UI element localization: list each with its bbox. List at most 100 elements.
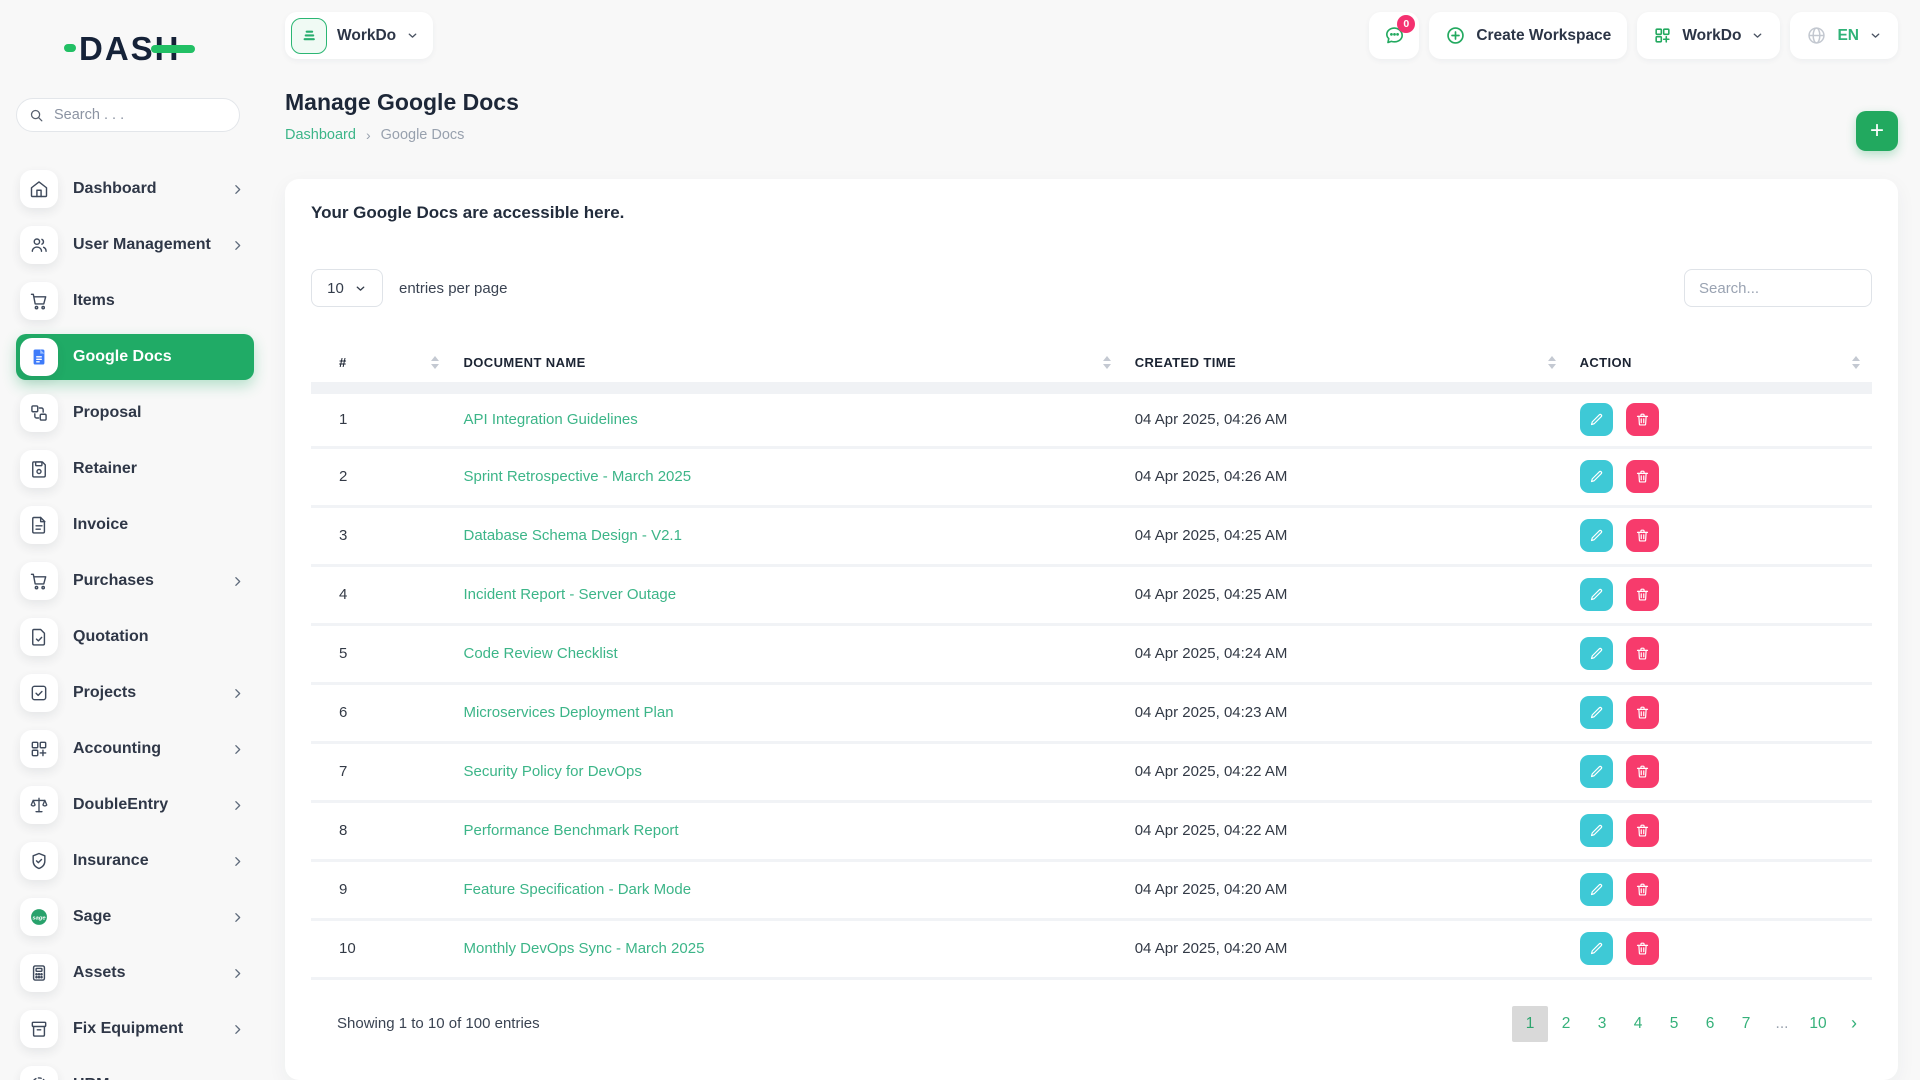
chevron-right-icon	[231, 239, 244, 252]
scale-icon	[20, 786, 58, 824]
pagination-page-2[interactable]: 2	[1548, 1006, 1584, 1042]
sidebar-item-accounting[interactable]: Accounting	[16, 726, 254, 772]
sidebar-item-invoice[interactable]: Invoice	[16, 502, 254, 548]
archive-icon	[20, 1010, 58, 1048]
delete-button[interactable]	[1626, 519, 1659, 552]
sidebar-item-label: Quotation	[73, 628, 244, 646]
sidebar-nav: Dashboard User Management Items	[16, 166, 270, 1080]
row-index: 7	[311, 742, 451, 801]
sidebar-item-quotation[interactable]: Quotation	[16, 614, 254, 660]
edit-button[interactable]	[1580, 460, 1613, 493]
messages-button[interactable]: 0	[1369, 12, 1419, 59]
pagination-page-7[interactable]: 7	[1728, 1006, 1764, 1042]
workspace-dropdown[interactable]: WorkDo	[1637, 12, 1780, 59]
document-link[interactable]: Microservices Deployment Plan	[463, 704, 673, 721]
delete-button[interactable]	[1626, 932, 1659, 965]
add-document-button[interactable]: +	[1856, 111, 1898, 151]
pagination-page-5[interactable]: 5	[1656, 1006, 1692, 1042]
delete-button[interactable]	[1626, 755, 1659, 788]
document-link[interactable]: Feature Specification - Dark Mode	[463, 881, 691, 898]
edit-button[interactable]	[1580, 932, 1613, 965]
column-header-action[interactable]: ACTION	[1568, 343, 1872, 388]
delete-button[interactable]	[1626, 637, 1659, 670]
edit-button[interactable]	[1580, 578, 1613, 611]
trash-icon	[1635, 705, 1650, 720]
breadcrumb-current: Google Docs	[381, 127, 465, 143]
sidebar-item-purchases[interactable]: Purchases	[16, 558, 254, 604]
sidebar-item-label: Purchases	[73, 572, 231, 590]
pagination-page-6[interactable]: 6	[1692, 1006, 1728, 1042]
svg-text:sage: sage	[32, 915, 46, 921]
sidebar-search-input[interactable]	[52, 106, 227, 124]
edit-button[interactable]	[1580, 696, 1613, 729]
document-link[interactable]: Security Policy for DevOps	[463, 763, 641, 780]
sidebar-item-label: Google Docs	[73, 348, 244, 366]
chevron-right-icon	[231, 183, 244, 196]
document-link[interactable]: API Integration Guidelines	[463, 411, 637, 428]
edit-button[interactable]	[1580, 755, 1613, 788]
sidebar-item-dashboard[interactable]: Dashboard	[16, 166, 254, 212]
column-header-document-name[interactable]: DOCUMENT NAME	[451, 343, 1122, 388]
sidebar-item-fix-equipment[interactable]: Fix Equipment	[16, 1006, 254, 1052]
sidebar-item-projects[interactable]: Projects	[16, 670, 254, 716]
row-index: 4	[311, 565, 451, 624]
document-link[interactable]: Sprint Retrospective - March 2025	[463, 468, 691, 485]
pagination-next[interactable]: ›	[1836, 1006, 1872, 1042]
document-link[interactable]: Monthly DevOps Sync - March 2025	[463, 940, 704, 957]
edit-button[interactable]	[1580, 814, 1613, 847]
sidebar-item-label: HRM	[73, 1076, 231, 1080]
sidebar-item-hrm[interactable]: HRM	[16, 1062, 254, 1080]
sidebar: DASH Dashboard User Management	[0, 0, 270, 1080]
trash-icon	[1635, 528, 1650, 543]
main-content: WorkDo 0 Create Workspace WorkDo	[270, 0, 1920, 1080]
delete-button[interactable]	[1626, 873, 1659, 906]
pagination-page-3[interactable]: 3	[1584, 1006, 1620, 1042]
language-dropdown[interactable]: EN	[1790, 12, 1898, 59]
sidebar-item-insurance[interactable]: Insurance	[16, 838, 254, 884]
pagination-page-4[interactable]: 4	[1620, 1006, 1656, 1042]
document-link[interactable]: Performance Benchmark Report	[463, 822, 678, 839]
pagination-page-10[interactable]: 10	[1800, 1006, 1836, 1042]
pencil-icon	[1589, 705, 1604, 720]
pagination-page-1[interactable]: 1	[1512, 1006, 1548, 1042]
sidebar-item-sage[interactable]: sage Sage	[16, 894, 254, 940]
column-header-created-time[interactable]: CREATED TIME	[1123, 343, 1568, 388]
sage-logo-icon: sage	[20, 898, 58, 936]
workspace-switcher[interactable]: WorkDo	[285, 12, 433, 59]
sidebar-item-items[interactable]: Items	[16, 278, 254, 324]
delete-button[interactable]	[1626, 696, 1659, 729]
table-search-input[interactable]	[1684, 269, 1872, 307]
delete-button[interactable]	[1626, 460, 1659, 493]
edit-button[interactable]	[1580, 519, 1613, 552]
row-index: 6	[311, 683, 451, 742]
sidebar-item-retainer[interactable]: Retainer	[16, 446, 254, 492]
create-workspace-button[interactable]: Create Workspace	[1429, 12, 1627, 59]
sidebar-item-label: Invoice	[73, 516, 244, 534]
delete-button[interactable]	[1626, 814, 1659, 847]
delete-button[interactable]	[1626, 403, 1659, 436]
document-link[interactable]: Incident Report - Server Outage	[463, 586, 676, 603]
edit-button[interactable]	[1580, 637, 1613, 670]
workspace-label: WorkDo	[337, 27, 396, 45]
table-row: 8 Performance Benchmark Report 04 Apr 20…	[311, 801, 1872, 860]
sidebar-item-google-docs[interactable]: Google Docs	[16, 334, 254, 380]
pencil-icon	[1589, 587, 1604, 602]
sidebar-item-user-management[interactable]: User Management	[16, 222, 254, 268]
delete-button[interactable]	[1626, 578, 1659, 611]
edit-button[interactable]	[1580, 403, 1613, 436]
pencil-icon	[1589, 412, 1604, 427]
edit-button[interactable]	[1580, 873, 1613, 906]
sort-icon	[1852, 356, 1860, 369]
document-link[interactable]: Code Review Checklist	[463, 645, 617, 662]
entries-per-page-select[interactable]: 10	[311, 269, 383, 307]
column-header-index[interactable]: #	[311, 343, 451, 388]
check-square-icon	[20, 674, 58, 712]
app-logo[interactable]: DASH	[64, 28, 270, 68]
sidebar-item-proposal[interactable]: Proposal	[16, 390, 254, 436]
sidebar-item-doubleentry[interactable]: DoubleEntry	[16, 782, 254, 828]
document-link[interactable]: Database Schema Design - V2.1	[463, 527, 681, 544]
breadcrumb-link-dashboard[interactable]: Dashboard	[285, 127, 356, 143]
sidebar-item-assets[interactable]: Assets	[16, 950, 254, 996]
table-row: 4 Incident Report - Server Outage 04 Apr…	[311, 565, 1872, 624]
row-index: 2	[311, 447, 451, 506]
